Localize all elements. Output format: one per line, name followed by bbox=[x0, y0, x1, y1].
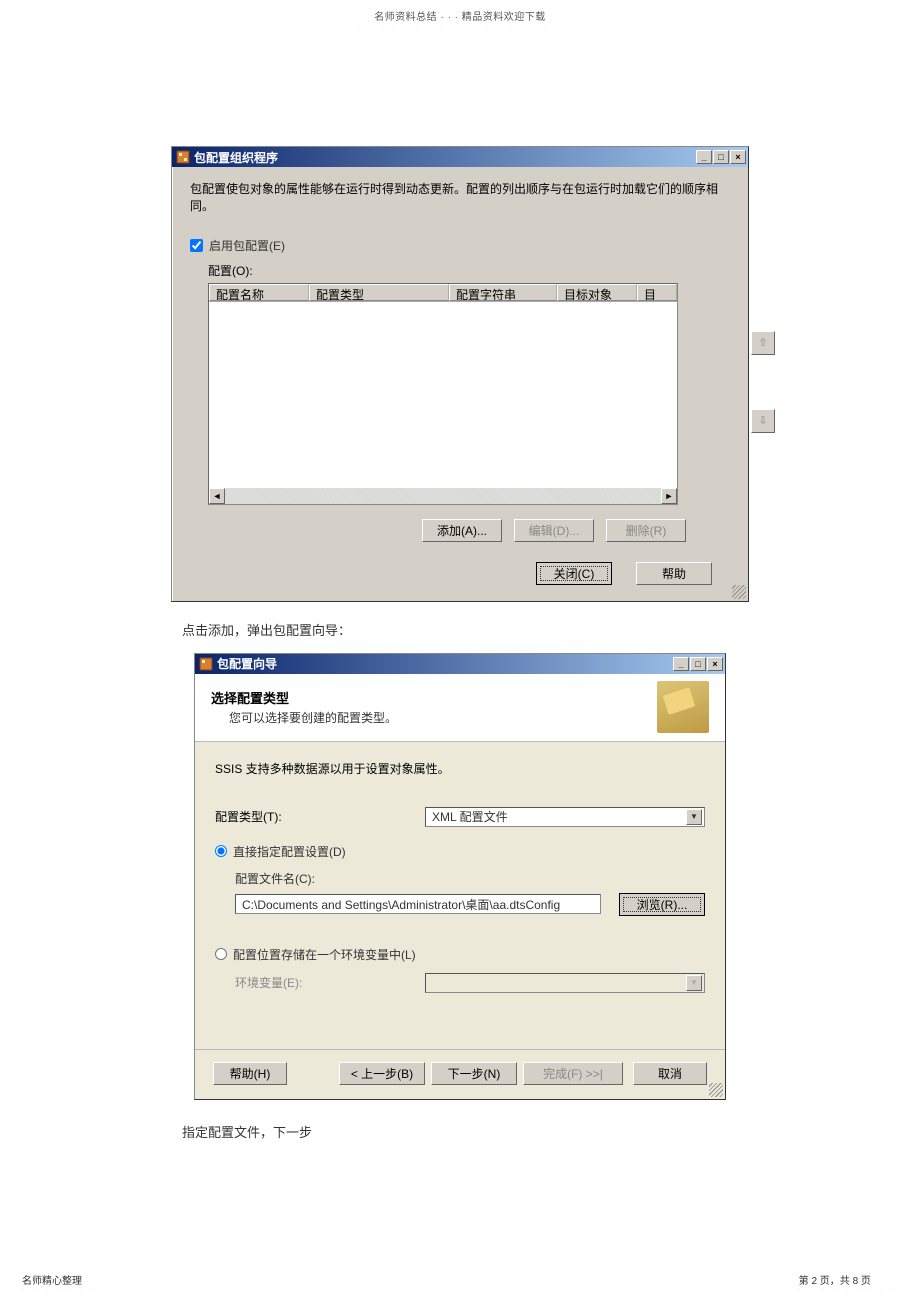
delete-button[interactable]: 删除(R) bbox=[606, 519, 686, 542]
col-config-name[interactable]: 配置名称 bbox=[209, 284, 309, 301]
close-button[interactable]: × bbox=[730, 150, 746, 164]
scroll-right-icon[interactable]: ► bbox=[661, 488, 677, 504]
package-config-organizer-dialog: 包配置组织程序 _ □ × 包配置使包对象的属性能够在运行时得到动态更新。配置的… bbox=[171, 146, 749, 602]
header-dots: · · · · · · · · · · · · · · · · · · bbox=[0, 25, 920, 31]
maximize-button[interactable]: □ bbox=[713, 150, 729, 164]
wizard-header: 选择配置类型 您可以选择要创建的配置类型。 bbox=[195, 674, 725, 742]
col-config-string[interactable]: 配置字符串 bbox=[449, 284, 557, 301]
horizontal-scrollbar[interactable]: ◄ ► bbox=[209, 488, 677, 504]
resize-grip-icon[interactable] bbox=[732, 585, 746, 599]
config-type-label: 配置类型(T): bbox=[215, 808, 425, 825]
wizard-header-title: 选择配置类型 bbox=[211, 688, 657, 707]
window-title: 包配置组织程序 bbox=[194, 149, 696, 166]
wizard-header-icon bbox=[657, 681, 709, 733]
col-target-prop[interactable]: 目 bbox=[637, 284, 677, 301]
maximize-button[interactable]: □ bbox=[690, 657, 706, 671]
listview-header: 配置名称 配置类型 配置字符串 目标对象 目 bbox=[209, 284, 677, 302]
note-after-dialog2: 指定配置文件，下一步 bbox=[182, 1122, 920, 1141]
app-icon bbox=[176, 150, 190, 164]
help-button[interactable]: 帮助(H) bbox=[213, 1062, 287, 1085]
scroll-track[interactable] bbox=[225, 488, 661, 504]
config-list-label: 配置(O): bbox=[208, 262, 730, 279]
browse-button[interactable]: 浏览(R)... bbox=[619, 893, 705, 916]
window-title: 包配置向导 bbox=[217, 655, 673, 672]
edit-button[interactable]: 编辑(D)... bbox=[514, 519, 594, 542]
direct-config-radio[interactable] bbox=[215, 845, 227, 857]
add-button[interactable]: 添加(A)... bbox=[422, 519, 502, 542]
env-var-dropdown: ▼ bbox=[425, 973, 705, 993]
env-var-radio[interactable] bbox=[215, 948, 227, 960]
wizard-header-subtitle: 您可以选择要创建的配置类型。 bbox=[229, 709, 657, 726]
resize-grip-icon[interactable] bbox=[709, 1083, 723, 1097]
wizard-description: SSIS 支持多种数据源以用于设置对象属性。 bbox=[215, 760, 705, 777]
dialog-description: 包配置使包对象的属性能够在运行时得到动态更新。配置的列出顺序与在包运行时加载它们… bbox=[190, 181, 730, 215]
wizard-footer: 帮助(H) < 上一步(B) 下一步(N) 完成(F) >>| 取消 bbox=[195, 1049, 725, 1099]
config-file-input[interactable]: C:\Documents and Settings\Administrator\… bbox=[235, 894, 601, 914]
footer-right: 第 2 页，共 8 页 · · · · · · · · · bbox=[799, 1272, 898, 1293]
back-button[interactable]: < 上一步(B) bbox=[339, 1062, 425, 1085]
help-button[interactable]: 帮助 bbox=[636, 562, 712, 585]
note-after-dialog1: 点击添加，弹出包配置向导： bbox=[182, 620, 920, 639]
enable-package-config-checkbox[interactable] bbox=[190, 239, 203, 252]
config-file-value: C:\Documents and Settings\Administrator\… bbox=[242, 896, 560, 913]
config-listview[interactable]: 配置名称 配置类型 配置字符串 目标对象 目 ◄ ► bbox=[208, 283, 678, 505]
move-up-button[interactable]: ⇧ bbox=[751, 331, 775, 355]
finish-button[interactable]: 完成(F) >>| bbox=[523, 1062, 623, 1085]
window-controls: _ □ × bbox=[673, 657, 723, 671]
page-header: 名师资料总结 · · · 精品资料欢迎下载 · · · · · · · · · … bbox=[0, 0, 920, 31]
window-controls: _ □ × bbox=[696, 150, 746, 164]
titlebar: 包配置向导 _ □ × bbox=[195, 654, 725, 674]
close-dialog-button[interactable]: 关闭(C) bbox=[536, 562, 612, 585]
minimize-button[interactable]: _ bbox=[696, 150, 712, 164]
header-text: 名师资料总结 · · · 精品资料欢迎下载 bbox=[0, 8, 920, 23]
package-config-wizard-dialog: 包配置向导 _ □ × 选择配置类型 您可以选择要创建的配置类型。 SSIS 支… bbox=[194, 653, 726, 1100]
config-file-label: 配置文件名(C): bbox=[235, 870, 705, 887]
titlebar: 包配置组织程序 _ □ × bbox=[172, 147, 748, 167]
chevron-down-icon: ▼ bbox=[686, 975, 702, 991]
cancel-button[interactable]: 取消 bbox=[633, 1062, 707, 1085]
env-var-radio-label: 配置位置存储在一个环境变量中(L) bbox=[233, 946, 416, 963]
enable-package-config-label: 启用包配置(E) bbox=[209, 237, 285, 254]
close-button[interactable]: × bbox=[707, 657, 723, 671]
footer-left: 名师精心整理 · · · · · · · bbox=[22, 1272, 98, 1293]
config-type-dropdown[interactable]: XML 配置文件 ▼ bbox=[425, 807, 705, 827]
minimize-button[interactable]: _ bbox=[673, 657, 689, 671]
scroll-left-icon[interactable]: ◄ bbox=[209, 488, 225, 504]
move-down-button[interactable]: ⇩ bbox=[751, 409, 775, 433]
col-config-type[interactable]: 配置类型 bbox=[309, 284, 449, 301]
app-icon bbox=[199, 657, 213, 671]
next-button[interactable]: 下一步(N) bbox=[431, 1062, 517, 1085]
direct-config-label: 直接指定配置设置(D) bbox=[233, 843, 346, 860]
config-type-value: XML 配置文件 bbox=[432, 808, 508, 825]
env-var-label: 环境变量(E): bbox=[235, 974, 425, 991]
chevron-down-icon[interactable]: ▼ bbox=[686, 809, 702, 825]
col-target-object[interactable]: 目标对象 bbox=[557, 284, 637, 301]
